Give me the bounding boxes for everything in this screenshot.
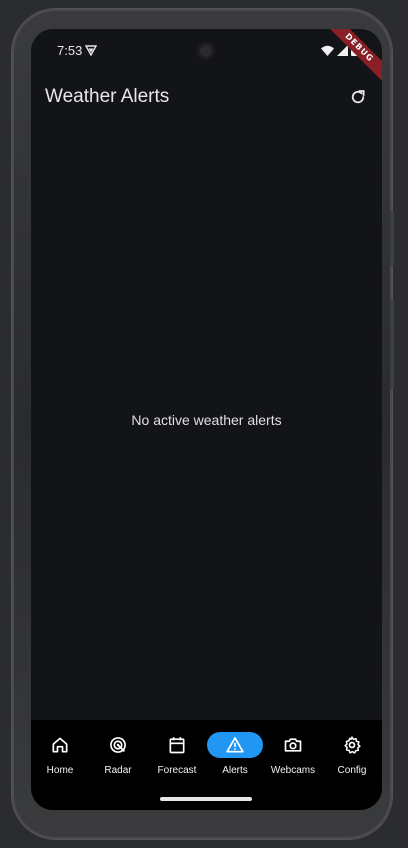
radar-icon: [110, 737, 126, 753]
camera-icon: [284, 738, 302, 752]
vpn-key-icon: [85, 45, 97, 56]
nav-item-config[interactable]: Config: [323, 732, 381, 780]
gear-icon: [344, 736, 361, 754]
emulator-stage: 7:53 DEBUG Weather Alerts No active weat…: [0, 0, 408, 848]
power-button: [390, 210, 394, 266]
refresh-icon: [351, 90, 365, 104]
page-title: Weather Alerts: [45, 86, 170, 107]
nav-item-radar[interactable]: Radar: [89, 732, 147, 780]
warning-icon: [226, 737, 244, 753]
status-time: 7:53: [57, 43, 83, 58]
empty-state-message: No active weather alerts: [131, 412, 282, 428]
nav-label-config: Config: [337, 765, 367, 776]
volume-button: [390, 300, 394, 390]
nav-item-forecast[interactable]: Forecast: [148, 732, 206, 780]
nav-item-home[interactable]: Home: [31, 732, 89, 780]
refresh-button[interactable]: [346, 85, 370, 109]
calendar-icon: [169, 737, 185, 754]
app-bar: Weather Alerts: [31, 73, 382, 121]
home-icon: [52, 737, 68, 753]
front-camera: [197, 42, 215, 60]
wifi-icon: [321, 45, 334, 56]
nav-item-webcams[interactable]: Webcams: [264, 732, 322, 780]
phone-screen: 7:53 DEBUG Weather Alerts No active weat…: [31, 29, 382, 810]
nav-item-alerts[interactable]: Alerts: [206, 732, 264, 780]
status-bar: 7:53 DEBUG: [31, 29, 382, 85]
gesture-home-bar[interactable]: [160, 797, 252, 801]
